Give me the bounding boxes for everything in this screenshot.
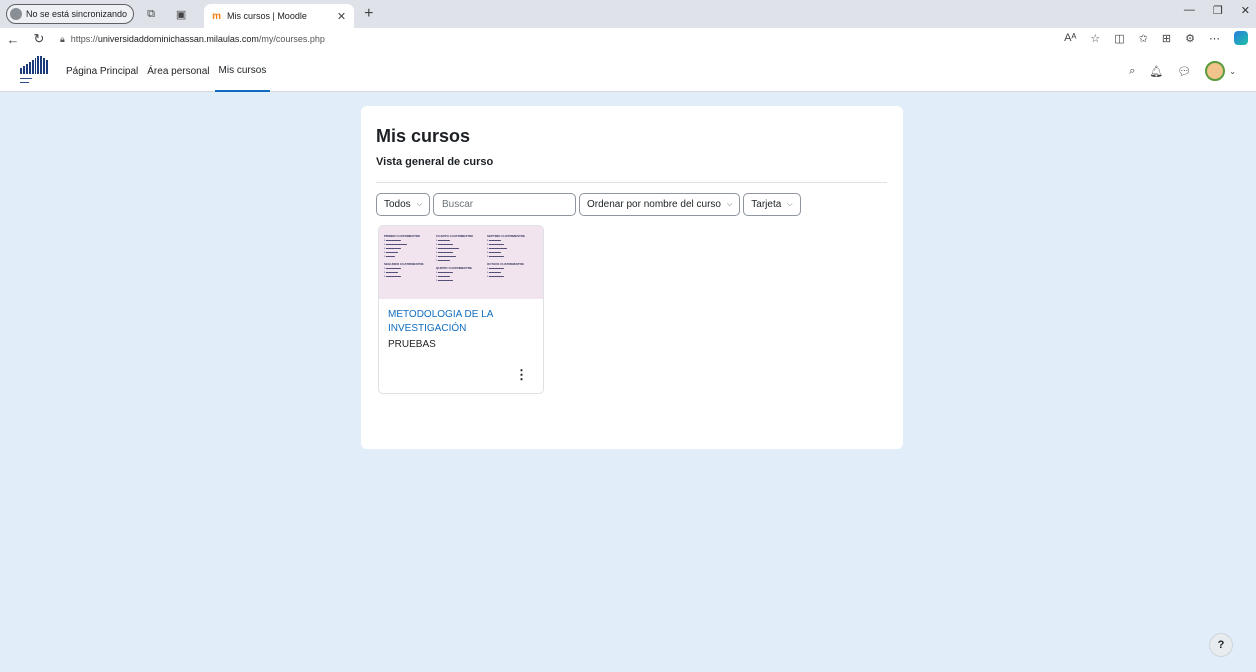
course-card[interactable]: PRIMER CUATRIMESTRE ▪ ▬▬▬▬▬ ▪ ▬▬▬▬▬▬▬ ▪ ▬▬… (378, 225, 544, 394)
course-thumbnail[interactable]: PRIMER CUATRIMESTRE ▪ ▬▬▬▬▬ ▪ ▬▬▬▬▬▬▬ ▪ ▬▬… (379, 226, 543, 299)
copilot-icon[interactable] (1234, 31, 1248, 45)
close-tab-icon[interactable]: ✕ (337, 10, 346, 23)
nav-my-courses[interactable]: Mis cursos (214, 50, 271, 92)
browser-tab-bar: No se está sincronizando ⧉ ▣ m Mis curso… (0, 0, 1256, 28)
moodle-icon: m (212, 10, 221, 22)
profile-sync-button[interactable]: No se está sincronizando (6, 4, 135, 24)
course-category: PRUEBAS (388, 339, 436, 350)
browser-tab[interactable]: m Mis cursos | Moodle ✕ (204, 4, 355, 28)
course-name-link[interactable]: METODOLOGIA DE LA INVESTIGACIÓN (388, 308, 528, 336)
back-icon[interactable]: ← (0, 32, 26, 47)
user-avatar[interactable] (1205, 61, 1226, 81)
nav-home[interactable]: Página Principal (62, 50, 142, 92)
course-actions-menu-icon[interactable]: ⋮ (515, 367, 528, 383)
sync-label: No se está sincronizando (26, 9, 128, 19)
favorites-icon[interactable]: ✩ (1139, 32, 1148, 45)
tab-actions-icon[interactable]: ▣ (168, 4, 194, 24)
url-prefix: https:// (70, 34, 98, 44)
extensions-icon[interactable]: ⚙ (1185, 32, 1195, 45)
favorite-star-icon[interactable]: ☆ (1090, 32, 1100, 45)
chevron-down-icon: ⌵ (787, 200, 793, 208)
nav-dashboard[interactable]: Área personal (143, 50, 213, 92)
sort-label: Ordenar por nombre del curso (587, 199, 721, 210)
page-title: Mis cursos (376, 126, 471, 146)
user-menu-chevron-icon[interactable]: ⌄ (1229, 67, 1236, 76)
new-tab-button[interactable]: + (364, 5, 373, 23)
profile-icon (10, 8, 22, 20)
chevron-down-icon: ⌵ (726, 200, 733, 208)
help-button[interactable]: ? (1210, 634, 1232, 656)
tab-title: Mis cursos | Moodle (226, 11, 307, 21)
window-controls: — ❐ ✕ (1184, 4, 1250, 17)
url-field[interactable]: 🔒︎ https://universidaddominichassan.mila… (60, 34, 325, 45)
collections-icon[interactable]: ⊞ (1162, 32, 1171, 45)
notifications-bell-icon[interactable]: 🔔︎ (1149, 65, 1163, 78)
chevron-down-icon: ⌵ (416, 200, 422, 208)
more-icon[interactable]: ⋯ (1209, 32, 1220, 45)
search-input[interactable]: Buscar (433, 193, 576, 216)
workspaces-icon[interactable]: ⧉ (138, 4, 164, 24)
grouping-dropdown[interactable]: Todos ⌵ (376, 193, 430, 216)
minimize-icon[interactable]: — (1184, 4, 1195, 17)
sort-dropdown[interactable]: Ordenar por nombre del curso ⌵ (579, 193, 741, 216)
thumbnail-column: PRIMER CUATRIMESTRE ▪ ▬▬▬▬▬ ▪ ▬▬▬▬▬▬▬ ▪ ▬▬… (384, 234, 424, 278)
logo-graphic (20, 56, 49, 74)
read-aloud-icon[interactable]: Aᴬ (1064, 32, 1076, 44)
split-screen-icon[interactable]: ◫ (1114, 32, 1124, 45)
refresh-icon[interactable]: ↻ (26, 31, 52, 47)
divider (376, 182, 887, 183)
search-icon[interactable]: ⌕ (1129, 65, 1135, 78)
site-logo[interactable]: ▬▬▬▬ ▬▬▬ (20, 56, 49, 86)
url-path: /my/courses.php (258, 34, 325, 44)
site-header: ▬▬▬▬ ▬▬▬ Página Principal Área personal M… (0, 50, 1256, 92)
address-bar: ← ↻ 🔒︎ https://universidaddominichassan.… (0, 28, 1256, 50)
course-filters: Todos ⌵ Buscar Ordenar por nombre del cur… (376, 193, 801, 216)
thumbnail-column: SEPTIMO CUATRIMESTRE ▪ ▬▬▬▬ ▪ ▬▬▬▬▬ ▪ ▬▬▬▬… (487, 234, 525, 278)
view-dropdown[interactable]: Tarjeta ⌵ (743, 193, 801, 216)
search-placeholder: Buscar (442, 199, 474, 210)
close-window-icon[interactable]: ✕ (1241, 4, 1250, 17)
logo-subtext: ▬▬▬▬ ▬▬▬ (20, 76, 32, 84)
grouping-label: Todos (384, 199, 411, 210)
lock-icon: 🔒︎ (60, 33, 65, 44)
page-content: Mis cursos Vista general de curso Todos ⌵… (0, 92, 1256, 672)
thumbnail-column: CUARTO CUATRIMESTRE ▪ ▬▬▬▬ ▪ ▬▬▬▬▬ ▪ ▬▬▬▬▬… (436, 234, 474, 282)
primary-navigation: Página Principal Área personal Mis curso… (62, 50, 271, 92)
restore-icon[interactable]: ❐ (1213, 4, 1223, 17)
messages-icon[interactable]: 💬︎ (1177, 65, 1191, 78)
course-overview-card: Mis cursos Vista general de curso Todos ⌵… (361, 106, 903, 449)
section-subtitle: Vista general de curso (376, 156, 494, 168)
browser-toolbar: Aᴬ ☆ ◫ ✩ ⊞ ⚙ ⋯ (1064, 31, 1248, 45)
url-host: universidaddominichassan.milaulas.com (97, 34, 259, 44)
view-label: Tarjeta (751, 199, 782, 210)
user-tools: ⌕ 🔔︎ 💬︎ ⌄ (1129, 50, 1236, 92)
